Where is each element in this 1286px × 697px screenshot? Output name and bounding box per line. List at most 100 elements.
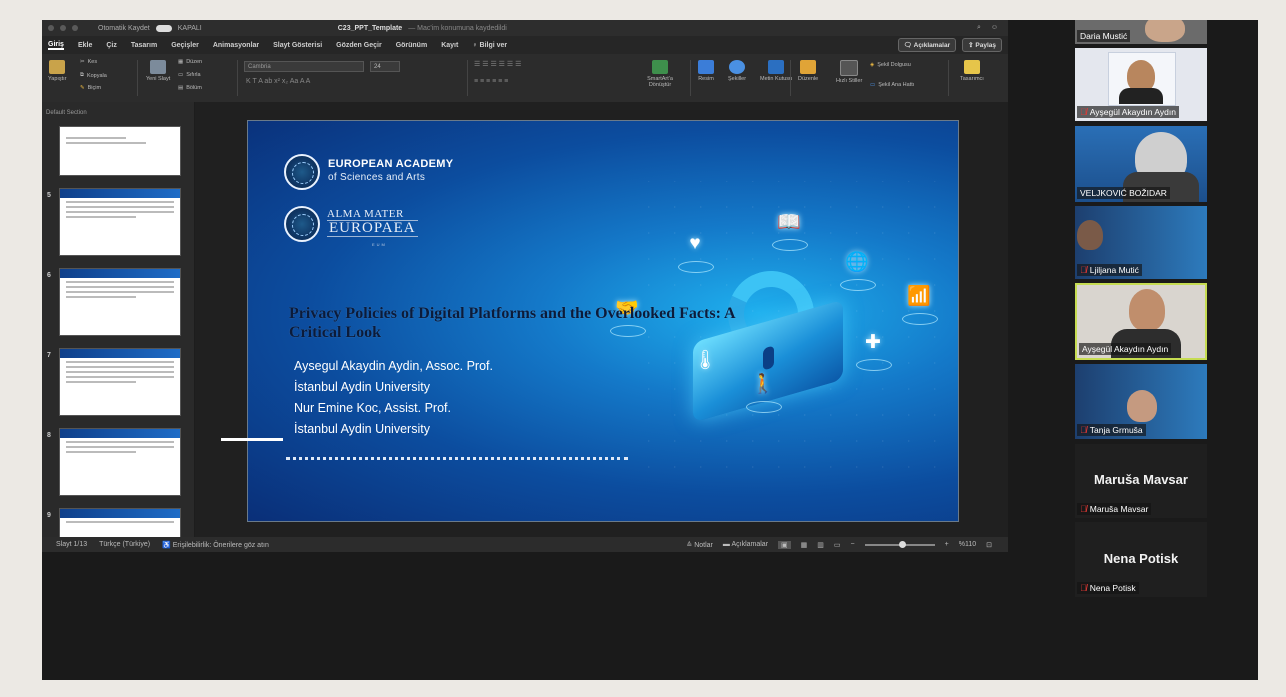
picture-button[interactable]: Resim: [698, 60, 714, 82]
normal-view-icon[interactable]: ▣: [778, 540, 791, 549]
new-slide-button[interactable]: Yeni Slayt: [146, 60, 170, 82]
thumbnail-row[interactable]: 5: [42, 188, 194, 258]
layout-button[interactable]: ▦ Düzen: [178, 59, 202, 65]
cut-button[interactable]: ✂ Kes: [80, 59, 97, 65]
tab-draw[interactable]: Çiz: [106, 42, 117, 49]
participant-tile[interactable]: VELJKOVIĆ BOŽIDAR: [1075, 126, 1207, 202]
quick-styles-button[interactable]: Hızlı Stiller: [836, 60, 862, 84]
section-label[interactable]: Default Section: [42, 102, 194, 116]
designer-icon: [963, 60, 980, 74]
autosave-toggle[interactable]: [155, 24, 172, 32]
reset-button[interactable]: ▭ Sıfırla: [178, 72, 201, 78]
participant-name: 🎙̸ Tanja Grmuša: [1077, 424, 1146, 436]
minimize-dot[interactable]: [60, 25, 66, 31]
slide-thumbnail[interactable]: [59, 126, 181, 176]
designer-button[interactable]: Tasarımcı: [960, 60, 984, 82]
divider: [690, 60, 691, 96]
thermometer-icon: 🌡: [692, 350, 718, 371]
paint-bucket-icon: ◈: [870, 62, 875, 68]
participant-tile[interactable]: Maruša Mavsar 🎙̸ Maruša Mavsar: [1075, 444, 1207, 518]
thumbnail-row[interactable]: 9: [42, 508, 194, 537]
current-slide[interactable]: EUROPEAN ACADEMY of Sciences and Arts AL…: [247, 120, 959, 522]
comments-button[interactable]: 🗨 Açıklamalar: [897, 38, 957, 52]
tab-tell-me[interactable]: ♀ Bilgi ver: [472, 42, 507, 49]
reading-view-icon[interactable]: ▥: [817, 541, 824, 549]
paragraph-buttons-bottom[interactable]: ≡ ≡ ≡ ≡ ≡ ≡: [474, 78, 508, 85]
tab-slideshow[interactable]: Slayt Gösterisi: [273, 42, 322, 49]
tab-transitions[interactable]: Geçişler: [171, 42, 199, 49]
slide-thumbnail[interactable]: [59, 508, 181, 537]
avatar-body: [1119, 88, 1163, 104]
participant-tile[interactable]: Nena Potisk 🎙̸ Nena Potisk: [1075, 522, 1207, 597]
participant-name: Ayşegül Akaydın Aydın: [1079, 343, 1172, 355]
tab-record[interactable]: Kayıt: [441, 42, 458, 49]
thumbnail-row[interactable]: 8: [42, 428, 194, 498]
zoom-out-icon[interactable]: −: [851, 541, 855, 548]
section-button[interactable]: ▤ Bölüm: [178, 85, 202, 91]
avatar: [1127, 390, 1157, 422]
fit-slide-icon[interactable]: ⊡: [986, 541, 992, 549]
slide-thumbnail[interactable]: [59, 188, 181, 256]
tab-home[interactable]: Giriş: [48, 41, 64, 50]
participant-tile[interactable]: 🎙̸ Ljiljana Mutić: [1075, 206, 1207, 279]
zoom-level[interactable]: %110: [959, 541, 976, 548]
layout-label: Düzen: [186, 59, 203, 65]
share-button[interactable]: ⇪ Paylaş: [962, 38, 1002, 52]
paste-button[interactable]: Yapıştır: [48, 60, 67, 82]
font-size-field[interactable]: 24: [370, 61, 400, 72]
participant-display-name: Nena Potisk: [1103, 551, 1179, 566]
share-button-label: Paylaş: [975, 42, 996, 49]
author-line: İstanbul Aydin University: [294, 422, 430, 436]
font-name-field[interactable]: Cambria: [244, 61, 364, 72]
arrange-button[interactable]: Düzenle: [798, 60, 818, 82]
format-buttons[interactable]: K T A ab x² x₂ Aa A A: [246, 78, 310, 85]
ribbon-tabs: Giriş Ekle Çiz Tasarım Geçişler Animasyo…: [42, 36, 1008, 54]
textbox-button[interactable]: Metin Kutusu: [760, 60, 792, 82]
alma-mater-subtitle: EUROPAEA: [327, 220, 418, 237]
thumbnail-row[interactable]: [42, 126, 194, 196]
language-indicator[interactable]: Türkçe (Türkiye): [99, 541, 150, 549]
scissors-icon: ✂: [80, 59, 85, 65]
maximize-dot[interactable]: [72, 25, 78, 31]
elderly-icon: 🚶: [751, 374, 775, 395]
format-label: Biçim: [87, 85, 102, 91]
slide-thumbnail[interactable]: [59, 348, 181, 416]
tab-design[interactable]: Tasarım: [131, 42, 157, 49]
copy-button[interactable]: ⧉ Kopyala: [80, 72, 107, 79]
comments-toggle[interactable]: ▬ Açıklamalar: [723, 541, 768, 548]
paragraph-buttons-top[interactable]: ☰ ☰ ☰ ☰ ☰ ☰: [474, 60, 521, 68]
slideshow-icon[interactable]: ▭: [834, 541, 841, 549]
shape-outline-button[interactable]: ▭ Şekil Ana Hattı: [870, 82, 914, 88]
shape-outline-label: Şekil Ana Hattı: [878, 82, 915, 88]
tab-view[interactable]: Görünüm: [396, 42, 428, 49]
slide-title[interactable]: Privacy Policies of Digital Platforms an…: [289, 304, 779, 342]
format-painter-button[interactable]: ✎ Biçim: [80, 85, 101, 91]
outline-icon: ▭: [870, 82, 876, 88]
tab-insert[interactable]: Ekle: [78, 42, 92, 49]
icon-pedestal: [772, 239, 808, 251]
participant-tile[interactable]: 🎙̸ Tanja Grmuša: [1075, 364, 1207, 439]
thumbnail-row[interactable]: 7: [42, 348, 194, 418]
slide-thumbnail[interactable]: [59, 428, 181, 496]
slide-thumbnail[interactable]: [59, 268, 181, 336]
shape-fill-button[interactable]: ◈ Şekil Dolgusu: [870, 62, 911, 68]
close-dot[interactable]: [48, 25, 54, 31]
participant-tile-active-speaker[interactable]: Ayşegül Akaydın Aydın: [1075, 283, 1207, 360]
slide-sorter-icon[interactable]: ▦: [801, 541, 808, 549]
shapes-button[interactable]: Şekiller: [728, 60, 746, 82]
accessibility-indicator[interactable]: ♿ Erişilebilirlik: Önerilere göz atın: [162, 541, 269, 549]
tab-review[interactable]: Gözden Geçir: [336, 42, 382, 49]
heart-icon: ♥: [689, 233, 701, 254]
titlebar-icons[interactable]: ⌕ ☺: [977, 24, 1002, 32]
muted-mic-icon: 🎙̸: [1080, 265, 1087, 275]
alma-mater-title: ALMA MATER: [327, 208, 404, 220]
participant-tile[interactable]: Daria Mustić: [1075, 20, 1207, 44]
thumbnail-row[interactable]: 6: [42, 268, 194, 338]
participant-tile[interactable]: 🎙̸ Ayşegül Akaydın Aydın: [1075, 48, 1207, 121]
zoom-slider[interactable]: [864, 540, 935, 548]
notes-button[interactable]: ≙ Notlar: [686, 541, 713, 549]
zoom-in-icon[interactable]: +: [945, 541, 949, 548]
tab-animations[interactable]: Animasyonlar: [213, 42, 259, 49]
smartart-button[interactable]: SmartArt'a Dönüştür: [640, 60, 680, 88]
slide-canvas: EUROPEAN ACADEMY of Sciences and Arts AL…: [195, 102, 1008, 537]
